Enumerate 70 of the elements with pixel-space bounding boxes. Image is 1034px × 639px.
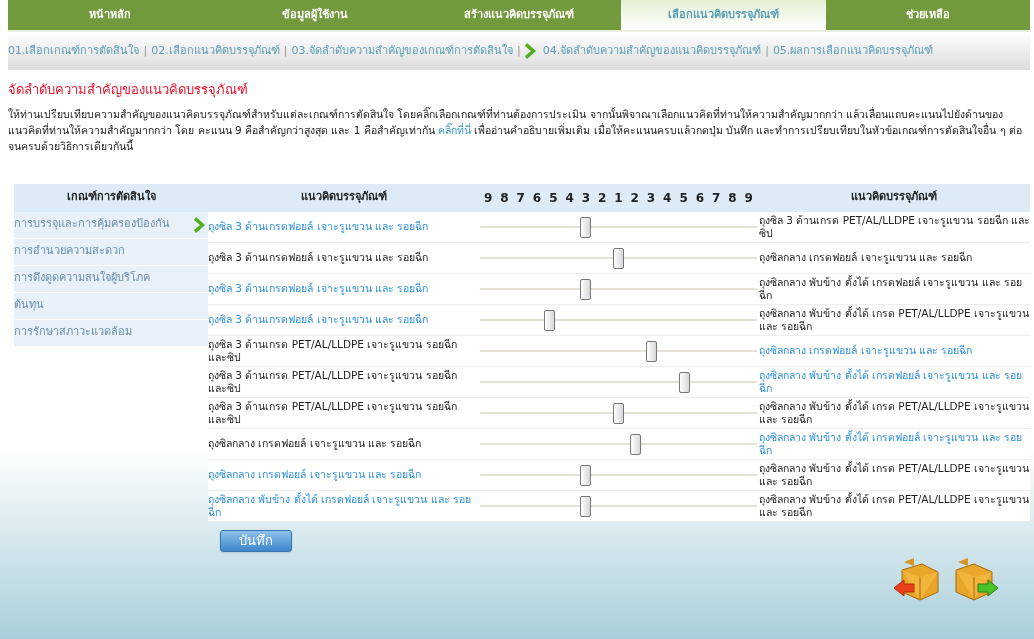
concept-text: ถุงซิล 3 ด้านเกรด PET/AL/LLDPE เจาะรูแขวน รอยฉีก และซิป bbox=[208, 337, 458, 364]
concept-text: ถุงซิล 3 ด้านเกรด PET/AL/LLDPE เจาะรูแขวน รอยฉีก และซิป bbox=[758, 213, 1030, 240]
slider-thumb[interactable] bbox=[646, 340, 658, 362]
concept-text: ถุงซิลกลาง เกรดฟอยล์ เจาะรูแขวน และ รอยฉีก bbox=[208, 437, 423, 450]
concept-text: ถุงซิลกลาง พับข้าง ตั้งได้ เกรด PET/AL/LLDPE เจาะรูแขวน และ รอยฉีก bbox=[758, 461, 1030, 488]
separator-text: | bbox=[142, 42, 149, 59]
scale-number: 6 bbox=[532, 189, 542, 207]
concept-text: ถุงซิลกลาง พับข้าง ตั้งได้ เกรดฟอยล์ เจาะรูแขวน และ รอยฉีก bbox=[758, 368, 1024, 395]
concept-text: ถุงซิลกลาง พับข้าง ตั้งได้ เกรด PET/AL/LLDPE เจาะรูแขวน และ รอยฉีก bbox=[758, 399, 1030, 426]
concept-text: ถุงซิลกลาง พับข้าง ตั้งได้ เกรดฟอยล์ เจาะรูแขวน และ รอยฉีก bbox=[758, 275, 1024, 302]
scale-number: 2 bbox=[597, 189, 607, 207]
separator-text: | bbox=[282, 42, 289, 59]
nav-tab[interactable]: ข้อมูลผู้ใช้งาน bbox=[212, 0, 417, 30]
nav-tab[interactable]: ช่วยเหลือ bbox=[825, 0, 1031, 30]
concept-text: ถุงซิลกลาง พับข้าง ตั้งได้ เกรด PET/AL/LLDPE เจาะรูแขวน และ รอยฉีก bbox=[758, 306, 1030, 333]
scale-number: 3 bbox=[581, 189, 591, 207]
concept-text: ถุงซิล 3 ด้านเกรดฟอยล์ เจาะรูแขวน และ รอยฉีก bbox=[208, 313, 430, 326]
concept-text: ถุงซิลกลาง พับข้าง ตั้งได้ เกรดฟอยล์ เจาะรูแขวน และ รอยฉีก bbox=[758, 430, 1024, 457]
nav-tab[interactable]: หน้าหลัก bbox=[8, 0, 213, 30]
scale-number: 7 bbox=[516, 189, 525, 207]
instructions-text: ให้ท่านเปรียบเทียบความสำคัญของแนวคิดบรรจุภัณฑ์สำหรับแต่ละเกณฑ์การตัดสินใจ โดยคลิ๊กเลือกเกณฑ์ที่ท่านต้องการประเมิน จากนั้นพิจาณาเลือกแนวคิดที่ท่านให้ความสำคัญมากกว่า แล้วเลื่อนแถบคะแนนไปยังด้านของแนวคิดที่ท่านให้ความสำคัญมากกว่า โดย คะแนน 9 คือสำคัญกว่าสูงสุด และ 1 คือสำคัญเท่ากัน คลิ๊กที่นี่ เพื่ออ่านคำอธิบายเพิ่มเติม เมื่อให้คะแนนครบแล้วกดปุ่ม บันทึก และทำการเปรียบเทียบในหัวข้อเกณฑ์การตัดสินใจอื่น ๆ ต่อจนครบด้วยวิธิการเดียวกันนี้ bbox=[8, 106, 1024, 154]
concept-text: ถุงซิล 3 ด้านเกรดฟอยล์ เจาะรูแขวน และ รอยฉีก bbox=[208, 220, 430, 233]
slider-thumb[interactable] bbox=[543, 309, 555, 331]
column-header: แนวคิดบรรจุภัณฑ์ bbox=[300, 189, 388, 206]
step-link[interactable]: 02.เลือกแนวคิดบรรจุภัณฑ์ bbox=[151, 42, 280, 60]
scale-number: 8 bbox=[728, 189, 737, 207]
step-link[interactable]: 03.จัดลำดับความสำคัญของเกณฑ์การตัดสินใจ bbox=[291, 42, 513, 60]
separator-text: | bbox=[515, 42, 522, 59]
separator-text: | bbox=[764, 42, 770, 59]
column-header: แนวคิดบรรจุภัณฑ์ bbox=[849, 189, 938, 206]
concept-text: ถุงซิลกลาง พับข้าง ตั้งได้ เกรด PET/AL/LLDPE เจาะรูแขวน และ รอยฉีก bbox=[758, 492, 1030, 519]
step-link[interactable]: 01.เลือกเกณฑ์การตัดสินใจ bbox=[8, 42, 140, 60]
help-link[interactable]: คลิ๊กที่นี่ bbox=[438, 123, 472, 136]
scale-number: 2 bbox=[630, 189, 639, 207]
concept-text: ถุงซิล 3 ด้านเกรดฟอยล์ เจาะรูแขวน และ รอยฉีก bbox=[208, 251, 430, 264]
slider-thumb[interactable] bbox=[679, 371, 691, 393]
slider-thumb[interactable] bbox=[579, 464, 591, 486]
slider-thumb[interactable] bbox=[579, 278, 591, 300]
slider-thumb[interactable] bbox=[579, 495, 591, 517]
concept-text: ถุงซิลกลาง เกรดฟอยล์ เจาะรูแขวน และ รอยฉีก bbox=[758, 344, 974, 357]
nav-tab[interactable]: สร้างแนวคิดบรรจุภัณฑ์ bbox=[416, 0, 622, 30]
scale-number: 9 bbox=[484, 189, 493, 207]
concept-text: ถุงซิล 3 ด้านเกรด PET/AL/LLDPE เจาะรูแขวน รอยฉีก และซิป bbox=[208, 368, 458, 395]
concept-text: ถุงซิล 3 ด้านเกรดฟอยล์ เจาะรูแขวน และ รอยฉีก bbox=[208, 282, 430, 295]
slider-thumb[interactable] bbox=[629, 433, 641, 455]
slider-thumb[interactable] bbox=[613, 402, 624, 424]
scale-number: 9 bbox=[744, 189, 753, 207]
slider-thumb[interactable] bbox=[579, 216, 591, 238]
column-header: เกณฑ์การตัดสินใจ bbox=[14, 183, 208, 212]
scale-number: 1 bbox=[614, 189, 623, 207]
scale-number: 4 bbox=[663, 189, 672, 207]
concept-text: ถุงซิลกลาง เกรดฟอยล์ เจาะรูแขวน และ รอยฉีก bbox=[208, 468, 423, 481]
selected-chevron-icon bbox=[194, 215, 206, 234]
nav-tab[interactable]: เลือกแนวคิดบรรจุภัณฑ์ bbox=[621, 0, 826, 30]
slider-thumb[interactable] bbox=[613, 247, 624, 269]
scale-number: 5 bbox=[549, 189, 558, 207]
scale-number: 5 bbox=[679, 189, 688, 207]
concept-text: ถุงซิลกลาง พับข้าง ตั้งได้ เกรดฟอยล์ เจาะรูแขวน และ รอยฉีก bbox=[208, 492, 473, 519]
save-button[interactable]: บันทึก bbox=[220, 529, 292, 552]
scale-number: 4 bbox=[565, 189, 574, 207]
scale-number: 6 bbox=[695, 189, 704, 207]
scale-number: 8 bbox=[500, 189, 509, 207]
chevron-icon bbox=[524, 42, 537, 60]
scale-number: 7 bbox=[711, 189, 721, 207]
concept-text: ถุงซิลกลาง เกรดฟอยล์ เจาะรูแขวน และ รอยฉีก bbox=[758, 251, 974, 264]
page-heading: จัดลำดับความสำคัญของแนวคิดบรรจุภัณฑ์ bbox=[8, 81, 249, 100]
step-link[interactable]: 04.จัดลำดับความสำคัญของแนวคิดบรรจุภัณฑ์ bbox=[524, 42, 762, 60]
step-link[interactable]: 05.ผลการเลือกแนวคิดบรรจุภัณฑ์ bbox=[772, 42, 934, 60]
concept-text: ถุงซิล 3 ด้านเกรด PET/AL/LLDPE เจาะรูแขวน รอยฉีก และซิป bbox=[208, 399, 458, 426]
scale-number: 3 bbox=[646, 189, 656, 207]
